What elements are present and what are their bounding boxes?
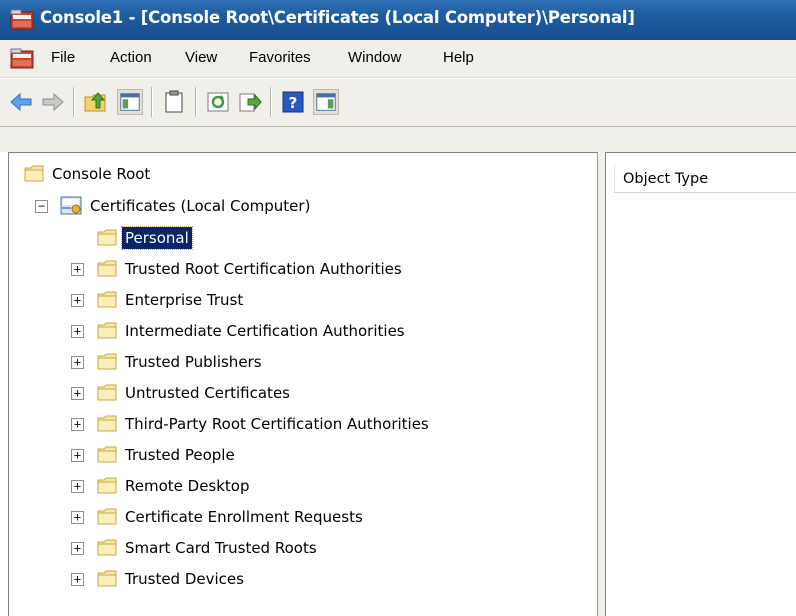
expand-toggle[interactable]: + — [71, 542, 84, 555]
toolbar-separator — [73, 87, 75, 117]
svg-text:?: ? — [289, 94, 298, 112]
mmc-console-icon — [10, 9, 34, 30]
forward-icon[interactable] — [40, 89, 66, 115]
tree-label: Intermediate Certification Authorities — [125, 322, 405, 340]
back-icon[interactable] — [8, 89, 34, 115]
properties-icon[interactable] — [161, 89, 187, 115]
refresh-icon[interactable] — [205, 89, 231, 115]
menu-action[interactable]: Action — [110, 49, 152, 66]
expand-toggle[interactable]: + — [71, 511, 84, 524]
folder-icon — [97, 446, 117, 463]
expand-toggle[interactable]: + — [71, 356, 84, 369]
folder-icon — [97, 508, 117, 525]
tree-label: Remote Desktop — [125, 477, 250, 495]
tree-label: Smart Card Trusted Roots — [125, 539, 317, 557]
console-tree[interactable]: Console Root − Certificates (Local Compu… — [8, 152, 598, 616]
expand-toggle[interactable]: + — [71, 418, 84, 431]
menu-view[interactable]: View — [185, 49, 217, 66]
tree-node[interactable]: + Trusted Devices — [9, 566, 589, 592]
tree-node[interactable]: + Enterprise Trust — [9, 287, 589, 313]
tree-node[interactable]: + Trusted People — [9, 442, 589, 468]
tree-node[interactable]: + Third-Party Root Certification Authorit… — [9, 411, 589, 437]
folder-icon — [97, 291, 117, 308]
tree-node[interactable]: + Trusted Publishers — [9, 349, 589, 375]
tree-label: Untrusted Certificates — [125, 384, 290, 402]
tree-node[interactable]: + Trusted Root Certification Authorities — [9, 256, 589, 282]
toolbar-separator — [151, 87, 153, 117]
expand-toggle[interactable]: + — [71, 387, 84, 400]
help-icon[interactable]: ? — [280, 89, 306, 115]
tree-label: Certificate Enrollment Requests — [125, 508, 363, 526]
tree-node-certificates-local-computer[interactable]: − Certificates (Local Computer) — [9, 193, 589, 219]
tree-node[interactable]: Personal — [9, 225, 589, 251]
show-hide-tree-icon[interactable] — [117, 89, 143, 115]
up-folder-icon[interactable] — [83, 89, 109, 115]
tree-label: Console Root — [52, 165, 151, 183]
tree-node[interactable]: + Untrusted Certificates — [9, 380, 589, 406]
expand-toggle[interactable]: + — [71, 480, 84, 493]
folder-icon — [97, 477, 117, 494]
folder-icon — [97, 353, 117, 370]
toolbar-separator — [195, 87, 197, 117]
tree-label: Third-Party Root Certification Authoriti… — [125, 415, 429, 433]
folder-icon — [97, 229, 117, 246]
expand-toggle[interactable]: + — [71, 325, 84, 338]
collapse-toggle[interactable]: − — [35, 200, 48, 213]
expand-toggle[interactable]: + — [71, 294, 84, 307]
menu-file[interactable]: File — [51, 49, 75, 66]
folder-icon — [24, 165, 44, 182]
toolbar-separator — [270, 87, 272, 117]
tree-label: Personal — [121, 226, 193, 250]
title-bar[interactable]: Console1 - [Console Root\Certificates (L… — [0, 0, 796, 40]
pane-splitter[interactable] — [598, 152, 605, 616]
tree-node[interactable]: + Smart Card Trusted Roots — [9, 535, 589, 561]
folder-icon — [97, 570, 117, 587]
tree-node[interactable]: + Intermediate Certification Authorities — [9, 318, 589, 344]
folder-icon — [97, 260, 117, 277]
export-list-icon[interactable] — [237, 89, 263, 115]
tree-label: Trusted Devices — [125, 570, 244, 588]
tree-node[interactable]: + Certificate Enrollment Requests — [9, 504, 589, 530]
expand-toggle[interactable]: + — [71, 573, 84, 586]
folder-icon — [97, 539, 117, 556]
column-header-object-type[interactable]: Object Type — [614, 165, 796, 193]
certificate-snapin-icon — [60, 196, 82, 215]
results-list[interactable]: Object Type — [605, 152, 796, 616]
menu-window[interactable]: Window — [348, 49, 401, 66]
tree-label: Certificates (Local Computer) — [90, 197, 311, 215]
system-menu-icon[interactable] — [10, 48, 34, 70]
toolbar: ? — [0, 79, 796, 127]
tree-label: Trusted People — [125, 446, 235, 464]
show-action-pane-icon[interactable] — [313, 89, 339, 115]
tree-node-console-root[interactable]: Console Root — [9, 161, 589, 187]
tree-label: Trusted Publishers — [125, 353, 262, 371]
menu-favorites[interactable]: Favorites — [249, 49, 311, 66]
tree-label: Enterprise Trust — [125, 291, 244, 309]
window-title: Console1 - [Console Root\Certificates (L… — [40, 8, 635, 27]
folder-icon — [97, 415, 117, 432]
chrome-gap — [0, 127, 796, 152]
folder-icon — [97, 322, 117, 339]
menu-help[interactable]: Help — [443, 49, 474, 66]
folder-icon — [97, 384, 117, 401]
expand-toggle[interactable]: + — [71, 449, 84, 462]
tree-node[interactable]: + Remote Desktop — [9, 473, 589, 499]
expand-toggle[interactable]: + — [71, 263, 84, 276]
menu-bar: File Action View Favorites Window Help — [0, 40, 796, 78]
tree-label: Trusted Root Certification Authorities — [125, 260, 402, 278]
